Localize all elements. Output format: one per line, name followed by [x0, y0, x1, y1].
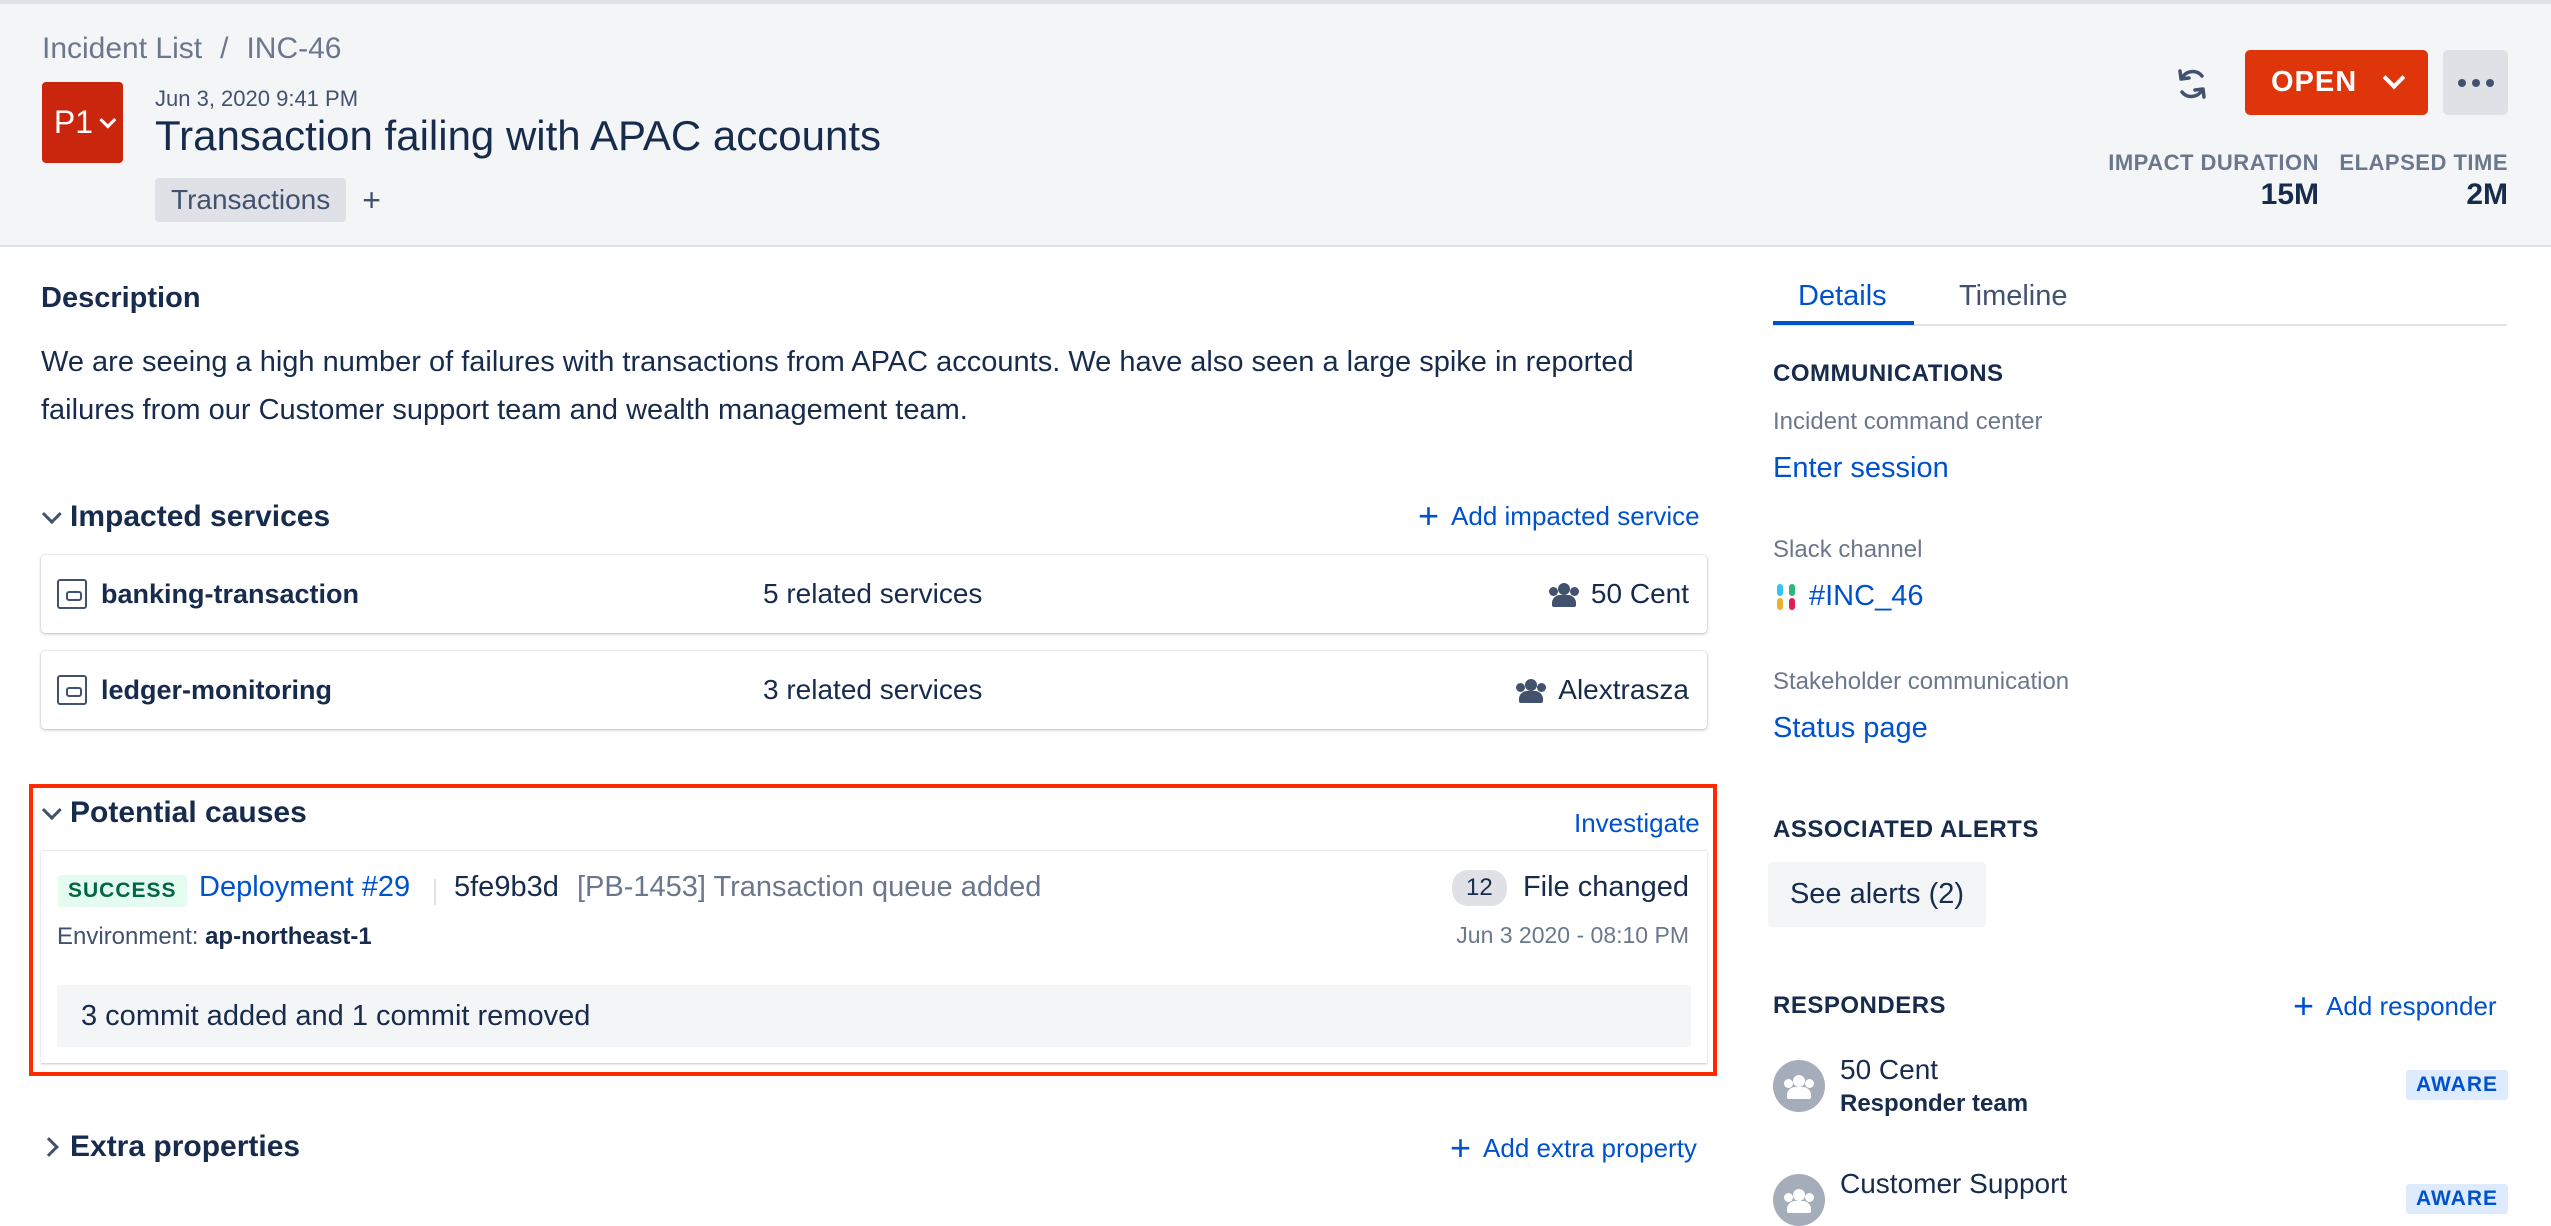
team-avatar-icon — [1773, 1060, 1825, 1112]
service-card[interactable]: ledger-monitoring 3 related services Ale… — [41, 651, 1707, 729]
responders-heading: RESPONDERS — [1773, 992, 1947, 1019]
description-text[interactable]: We are seeing a high number of failures … — [41, 338, 1721, 434]
impact-duration-value: 15M — [2260, 178, 2319, 211]
slack-channel-name: #INC_46 — [1809, 580, 1924, 612]
chevron-down-icon — [2382, 66, 2406, 90]
service-card[interactable]: banking-transaction 5 related services 5… — [41, 555, 1707, 633]
chevron-down-icon — [41, 504, 62, 525]
aware-badge: AWARE — [2406, 1070, 2509, 1100]
impact-duration: IMPACT DURATION 15M — [2108, 150, 2319, 212]
more-actions-button[interactable] — [2443, 50, 2508, 115]
incident-date: Jun 3, 2020 9:41 PM — [155, 86, 359, 111]
slack-icon — [1773, 583, 1799, 610]
plus-icon: + — [2293, 985, 2315, 1026]
tab-details[interactable]: Details — [1798, 280, 1887, 313]
commit-message: [PB-1453] Transaction queue added — [577, 871, 1042, 903]
page-title[interactable]: Transaction failing with APAC accounts — [155, 112, 881, 160]
breadcrumb: Incident List / INC-46 — [42, 32, 341, 66]
description-heading: Description — [41, 282, 201, 314]
more-icon — [2457, 78, 2466, 87]
responder-name[interactable]: 50 Cent — [1840, 1054, 1938, 1086]
priority-label: P1 — [53, 104, 94, 140]
responder-name[interactable]: Customer Support — [1840, 1168, 2067, 1200]
active-tab-indicator — [1773, 321, 1914, 325]
impacted-services-toggle[interactable]: Impacted services — [41, 500, 331, 534]
enter-session-link[interactable]: Enter session — [1773, 452, 1949, 485]
commit-summary-text: 3 commit added and 1 commit removed — [81, 999, 591, 1032]
associated-alerts-heading: ASSOCIATED ALERTS — [1773, 816, 2039, 843]
add-impacted-service-button[interactable]: + Add impacted service — [1418, 498, 1700, 534]
breadcrumb-separator: / — [220, 32, 229, 65]
chevron-down-icon — [99, 111, 117, 129]
impact-duration-label: IMPACT DURATION — [2108, 150, 2319, 175]
environment: Environment: ap-northeast-1 — [57, 923, 372, 951]
extra-properties-toggle[interactable]: Extra properties — [39, 1130, 301, 1164]
aware-badge: AWARE — [2406, 1184, 2509, 1214]
impacted-services-heading: Impacted services — [70, 500, 331, 533]
add-responder-label: Add responder — [2326, 990, 2497, 1021]
service-related-count[interactable]: 5 related services — [763, 578, 982, 610]
plus-icon: + — [1418, 495, 1440, 536]
potential-causes-toggle[interactable]: Potential causes — [41, 796, 307, 830]
responder-role: Responder team — [1840, 1090, 2029, 1117]
elapsed-time-label: ELAPSED TIME — [2339, 150, 2508, 175]
service-owner-name: Alextrasza — [1558, 674, 1689, 705]
service-name[interactable]: ledger-monitoring — [101, 675, 332, 706]
team-icon — [1516, 679, 1547, 703]
slack-channel-link[interactable]: #INC_46 — [1773, 580, 1923, 613]
priority-dropdown[interactable]: P1 — [42, 82, 123, 163]
environment-label: Environment: — [57, 923, 199, 950]
add-extra-property-button[interactable]: + Add extra property — [1450, 1130, 1697, 1166]
team-avatar-icon — [1773, 1174, 1825, 1226]
divider — [434, 879, 436, 905]
breadcrumb-incident-list[interactable]: Incident List — [42, 32, 202, 66]
service-icon — [57, 579, 87, 609]
refresh-icon[interactable] — [2170, 62, 2214, 106]
elapsed-time: ELAPSED TIME 2M — [2339, 150, 2508, 212]
add-responder-button[interactable]: + Add responder — [2293, 988, 2497, 1024]
status-label: OPEN — [2271, 66, 2358, 98]
service-icon — [57, 675, 87, 705]
incident-header: Incident List / INC-46 P1 Jun 3, 2020 9:… — [0, 0, 2551, 247]
deployment-link[interactable]: Deployment #29 — [199, 871, 410, 904]
service-owner: 50 Cent — [1548, 578, 1689, 610]
team-icon — [1548, 583, 1579, 607]
potential-cause-card[interactable]: SUCCESS Deployment #29 5fe9b3d [PB-1453]… — [41, 850, 1707, 1063]
tag-transactions[interactable]: Transactions — [155, 178, 347, 222]
communications-heading: COMMUNICATIONS — [1773, 360, 2004, 387]
see-alerts-button[interactable]: See alerts (2) — [1768, 862, 1986, 927]
commit-hash[interactable]: 5fe9b3d — [454, 871, 559, 904]
service-related-count[interactable]: 3 related services — [763, 674, 982, 706]
status-badge: SUCCESS — [58, 875, 187, 907]
commit-summary[interactable]: 3 commit added and 1 commit removed — [57, 985, 1691, 1047]
cause-timestamp: Jun 3 2020 - 08:10 PM — [1456, 922, 1689, 948]
breadcrumb-current[interactable]: INC-46 — [246, 32, 341, 66]
status-page-link[interactable]: Status page — [1773, 712, 1928, 745]
stakeholder-label: Stakeholder communication — [1773, 668, 2070, 695]
service-name[interactable]: banking-transaction — [101, 579, 359, 610]
plus-icon: + — [1450, 1127, 1472, 1168]
add-tag-button[interactable]: + — [362, 182, 381, 219]
add-extra-property-label: Add extra property — [1483, 1132, 1697, 1163]
service-owner: Alextrasza — [1516, 674, 1689, 706]
extra-properties-heading: Extra properties — [70, 1130, 301, 1163]
service-owner-name: 50 Cent — [1590, 578, 1689, 609]
tag-list: Transactions + — [155, 178, 381, 222]
environment-value: ap-northeast-1 — [205, 923, 372, 950]
potential-causes-heading: Potential causes — [70, 796, 307, 829]
elapsed-time-value: 2M — [2466, 178, 2508, 211]
sidebar-tabs: Details Timeline — [1773, 280, 2507, 326]
slack-channel-label: Slack channel — [1773, 536, 1923, 563]
command-center-label: Incident command center — [1773, 408, 2043, 435]
chevron-down-icon — [41, 800, 62, 821]
file-changed-label[interactable]: File changed — [1523, 871, 1689, 904]
investigate-label: Investigate — [1574, 808, 1700, 838]
investigate-link[interactable]: Investigate — [1574, 808, 1700, 839]
status-dropdown-button[interactable]: OPEN — [2245, 50, 2428, 115]
tab-timeline[interactable]: Timeline — [1959, 280, 2068, 313]
add-impacted-service-label: Add impacted service — [1451, 500, 1700, 531]
chevron-right-icon — [39, 1137, 59, 1157]
file-count-badge: 12 — [1452, 870, 1507, 906]
